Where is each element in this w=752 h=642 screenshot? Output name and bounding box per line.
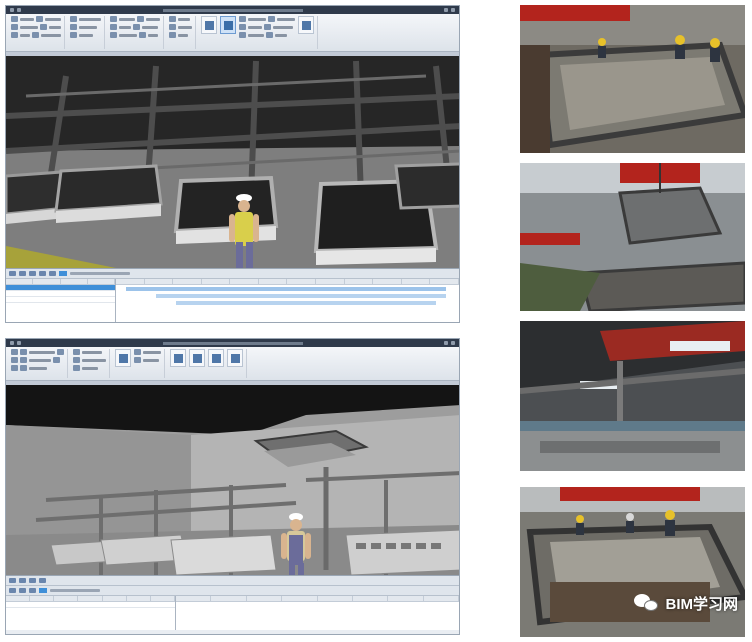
title-bar bbox=[6, 339, 459, 347]
add-task-icon[interactable] bbox=[9, 588, 16, 593]
task-row[interactable] bbox=[6, 602, 175, 608]
3d-viewport[interactable] bbox=[6, 56, 459, 268]
tab-simulate[interactable] bbox=[39, 578, 46, 583]
datatools-button[interactable] bbox=[298, 16, 314, 34]
render-button[interactable] bbox=[115, 349, 131, 367]
3d-viewport[interactable] bbox=[6, 385, 459, 575]
timeliner-panel bbox=[6, 268, 459, 322]
play-icon[interactable] bbox=[39, 588, 47, 593]
timeliner-tabs bbox=[6, 576, 459, 586]
attach-icon[interactable] bbox=[29, 271, 36, 276]
task-row[interactable] bbox=[6, 297, 115, 303]
task-list bbox=[6, 596, 176, 630]
view-button[interactable] bbox=[227, 349, 243, 367]
title-bar bbox=[6, 6, 459, 14]
auto-add-icon[interactable] bbox=[39, 271, 46, 276]
realism-button[interactable] bbox=[189, 349, 205, 367]
ribbon-group-render bbox=[112, 349, 165, 378]
gantt-chart[interactable] bbox=[116, 279, 459, 322]
ribbon-group-select bbox=[67, 16, 105, 49]
ribbon-group-project bbox=[8, 16, 65, 49]
camera-button[interactable] bbox=[208, 349, 224, 367]
ribbon-group-files bbox=[8, 349, 68, 378]
tab-configure[interactable] bbox=[29, 578, 36, 583]
composite-image: BIM学习网 bbox=[0, 0, 752, 642]
site-photo-1 bbox=[520, 5, 745, 153]
quick-access-icon[interactable] bbox=[17, 8, 21, 12]
add-task-icon[interactable] bbox=[9, 271, 16, 276]
timeliner-toolbar bbox=[6, 586, 459, 596]
timeliner-toolbar bbox=[6, 269, 459, 279]
ribbon-toolbar bbox=[6, 347, 459, 381]
wechat-icon bbox=[633, 592, 660, 614]
app-menu-icon[interactable] bbox=[10, 341, 14, 345]
minimize-icon[interactable] bbox=[444, 341, 448, 345]
factory-model-scene bbox=[6, 56, 459, 268]
app-menu-icon[interactable] bbox=[10, 8, 14, 12]
delete-task-icon[interactable] bbox=[19, 271, 26, 276]
site-photo-4 bbox=[520, 487, 745, 637]
delete-task-icon[interactable] bbox=[19, 588, 26, 593]
quick-access-icon[interactable] bbox=[17, 341, 21, 345]
site-photo-3 bbox=[520, 321, 745, 471]
navisworks-window-bottom bbox=[5, 338, 460, 635]
close-icon[interactable] bbox=[451, 8, 455, 12]
ribbon-group-navigate bbox=[167, 349, 247, 378]
zoom-icon[interactable] bbox=[49, 271, 56, 276]
task-list bbox=[6, 279, 116, 322]
site-photo-2 bbox=[520, 163, 745, 311]
tab-data-sources[interactable] bbox=[19, 578, 26, 583]
factory-model-scene bbox=[6, 385, 459, 575]
ribbon-group-display bbox=[166, 16, 196, 49]
ribbon-group-tools bbox=[198, 16, 318, 49]
attach-icon[interactable] bbox=[29, 588, 36, 593]
close-icon[interactable] bbox=[451, 341, 455, 345]
watermark: BIM学习网 bbox=[633, 592, 739, 614]
gantt-chart[interactable] bbox=[176, 596, 459, 630]
timeliner-panel bbox=[6, 575, 459, 630]
ribbon-group-visibility bbox=[107, 16, 164, 49]
watermark-text: BIM学习网 bbox=[665, 595, 739, 613]
ribbon-toolbar bbox=[6, 14, 459, 52]
minimize-icon[interactable] bbox=[444, 8, 448, 12]
timeliner-button[interactable] bbox=[220, 16, 236, 34]
navisworks-window-top bbox=[5, 5, 460, 323]
play-icon[interactable] bbox=[59, 271, 67, 276]
tab-tasks[interactable] bbox=[9, 578, 16, 583]
clash-detective-button[interactable] bbox=[201, 16, 217, 34]
walk-button[interactable] bbox=[170, 349, 186, 367]
ribbon-group-options bbox=[70, 349, 110, 378]
